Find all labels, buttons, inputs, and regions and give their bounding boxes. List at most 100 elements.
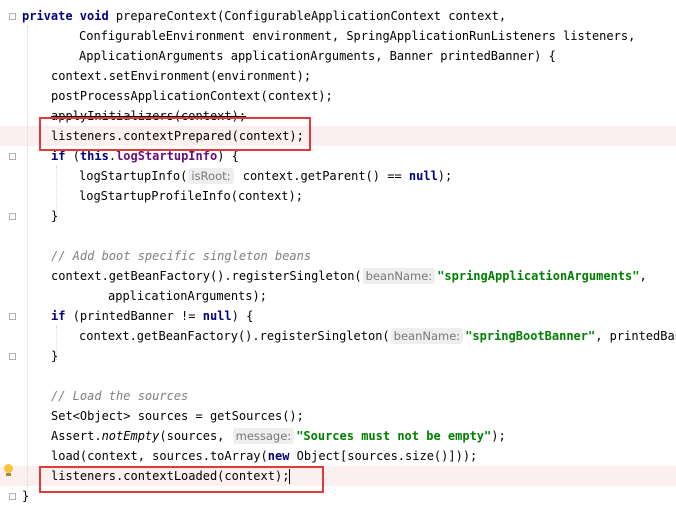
code-line[interactable]	[0, 226, 676, 246]
code-line[interactable]: if (printedBanner != null) {	[0, 306, 676, 326]
code-token: context.getParent() ==	[235, 169, 409, 183]
code-token: (	[72, 149, 80, 163]
code-token: logStartupProfileInfo(context);	[79, 189, 303, 203]
code-token: ) {	[217, 149, 239, 163]
code-line[interactable]: Assert.notEmpty(sources, message: "Source…	[0, 426, 676, 446]
code-line[interactable]: }	[0, 206, 676, 226]
parameter-hint: beanName:	[362, 268, 436, 284]
code-text: private void prepareContext(Configurable…	[22, 6, 506, 26]
code-text: // Add boot specific singleton beans	[51, 246, 311, 266]
code-token: prepareContext(ConfigurableApplicationCo…	[115, 9, 507, 23]
code-token: .	[108, 149, 117, 163]
fold-marker[interactable]	[9, 153, 16, 160]
code-text: context.getBeanFactory().registerSinglet…	[79, 326, 676, 346]
code-line[interactable]: logStartupProfileInfo(context);	[0, 186, 676, 206]
code-text: context.setEnvironment(environment);	[51, 66, 311, 86]
code-line[interactable]: Set<Object> sources = getSources();	[0, 406, 676, 426]
code-token: context.getBeanFactory().registerSinglet…	[79, 329, 390, 343]
code-token: // Load the sources	[51, 389, 189, 403]
code-token: );	[491, 429, 506, 443]
code-text: context.getBeanFactory().registerSinglet…	[51, 266, 647, 286]
code-token: ,	[639, 269, 647, 283]
code-line[interactable]: ConfigurableEnvironment environment, Spr…	[0, 26, 676, 46]
code-token: load(context, sources.toArray(	[51, 449, 268, 463]
code-token: Configurable	[79, 29, 166, 43]
parameter-hint: message:	[232, 428, 295, 444]
code-token: null	[202, 309, 232, 323]
code-text: Set<Object> sources = getSources();	[51, 406, 304, 426]
code-token: Assert.	[51, 429, 102, 443]
code-text: Assert.notEmpty(sources, message: "Source…	[51, 426, 506, 446]
code-line[interactable]	[0, 366, 676, 386]
code-line[interactable]: load(context, sources.toArray(new Object…	[0, 446, 676, 466]
method-signature-line[interactable]: private void prepareContext(Configurable…	[0, 6, 676, 26]
code-token: logStartupInfo	[116, 149, 218, 163]
code-token: private	[22, 9, 80, 23]
code-token: applicationArguments);	[108, 289, 267, 303]
fold-marker[interactable]	[9, 13, 16, 20]
code-token: if	[51, 149, 73, 163]
code-token: Environment environment, SpringApplicati…	[165, 29, 636, 43]
code-line[interactable]: postProcessApplicationContext(context);	[0, 86, 676, 106]
code-token: context.setEnvironment(environment);	[51, 69, 312, 83]
code-line[interactable]: context.getBeanFactory().registerSinglet…	[0, 266, 676, 286]
code-text: ConfigurableEnvironment environment, Spr…	[79, 26, 635, 46]
parameter-hint: isRoot:	[188, 168, 234, 184]
code-text: }	[51, 206, 58, 226]
code-token: );	[437, 169, 453, 183]
code-token: ApplicationArguments applicationArgument…	[79, 49, 556, 63]
code-line[interactable]: logStartupInfo(isRoot: context.getParent…	[0, 166, 676, 186]
fold-marker[interactable]	[9, 213, 16, 220]
code-token: }	[51, 349, 59, 363]
code-text: postProcessApplicationContext(context);	[51, 86, 333, 106]
code-token: postProcessApplicationContext(context);	[51, 89, 333, 103]
code-token: context.getBeanFactory().registerSinglet…	[51, 269, 362, 283]
code-token: (sources,	[159, 429, 232, 443]
code-token: this	[79, 149, 109, 163]
code-token: , printedBanner);	[595, 329, 676, 343]
code-token: if	[51, 309, 73, 323]
code-text: }	[51, 346, 58, 366]
code-token: new	[267, 449, 297, 463]
parameter-hint: beanName:	[390, 328, 464, 344]
code-token: notEmpty	[101, 429, 160, 443]
code-token: }	[51, 209, 59, 223]
indent-guide	[56, 166, 57, 220]
code-token: ) {	[231, 309, 254, 323]
code-line[interactable]: context.getBeanFactory().registerSinglet…	[0, 326, 676, 346]
comment-line[interactable]: // Load the sources	[0, 386, 676, 406]
code-text: if (printedBanner != null) {	[51, 306, 253, 326]
code-text: // Load the sources	[51, 386, 188, 406]
annotation-box-context-prepared	[39, 117, 311, 151]
code-editor[interactable]: private void prepareContext(Configurable…	[0, 0, 676, 510]
code-text: ApplicationArguments applicationArgument…	[79, 46, 556, 66]
code-line[interactable]: ApplicationArguments applicationArgument…	[0, 46, 676, 66]
code-text: }	[22, 486, 29, 506]
indent-guide	[56, 326, 57, 360]
code-line[interactable]: }	[0, 346, 676, 366]
indent-guide	[27, 26, 28, 496]
code-token: Set<Object> sources = getSources();	[51, 409, 304, 423]
code-text: logStartupInfo(isRoot: context.getParent…	[79, 166, 452, 186]
intention-bulb-icon[interactable]	[3, 464, 14, 477]
code-token: null	[408, 169, 438, 183]
code-token: void	[79, 9, 116, 23]
code-token: Object[sources.size()]));	[296, 449, 478, 463]
code-token: logStartupInfo(	[79, 169, 188, 183]
fold-marker[interactable]	[9, 493, 16, 500]
comment-line[interactable]: // Add boot specific singleton beans	[0, 246, 676, 266]
fold-marker[interactable]	[9, 353, 16, 360]
fold-marker[interactable]	[9, 313, 16, 320]
code-token: }	[22, 489, 30, 503]
code-text: logStartupProfileInfo(context);	[79, 186, 303, 206]
code-token: "Sources must not be empty"	[296, 429, 492, 443]
code-token: (printedBanner !=	[72, 309, 203, 323]
code-token: "springApplicationArguments"	[437, 269, 640, 283]
annotation-box-context-loaded	[39, 466, 324, 493]
code-token: "springBootBanner"	[465, 329, 596, 343]
code-line[interactable]: context.setEnvironment(environment);	[0, 66, 676, 86]
code-token: // Add boot specific singleton beans	[51, 249, 312, 263]
code-text: load(context, sources.toArray(new Object…	[51, 446, 477, 466]
code-line[interactable]: applicationArguments);	[0, 286, 676, 306]
code-text: applicationArguments);	[108, 286, 267, 306]
